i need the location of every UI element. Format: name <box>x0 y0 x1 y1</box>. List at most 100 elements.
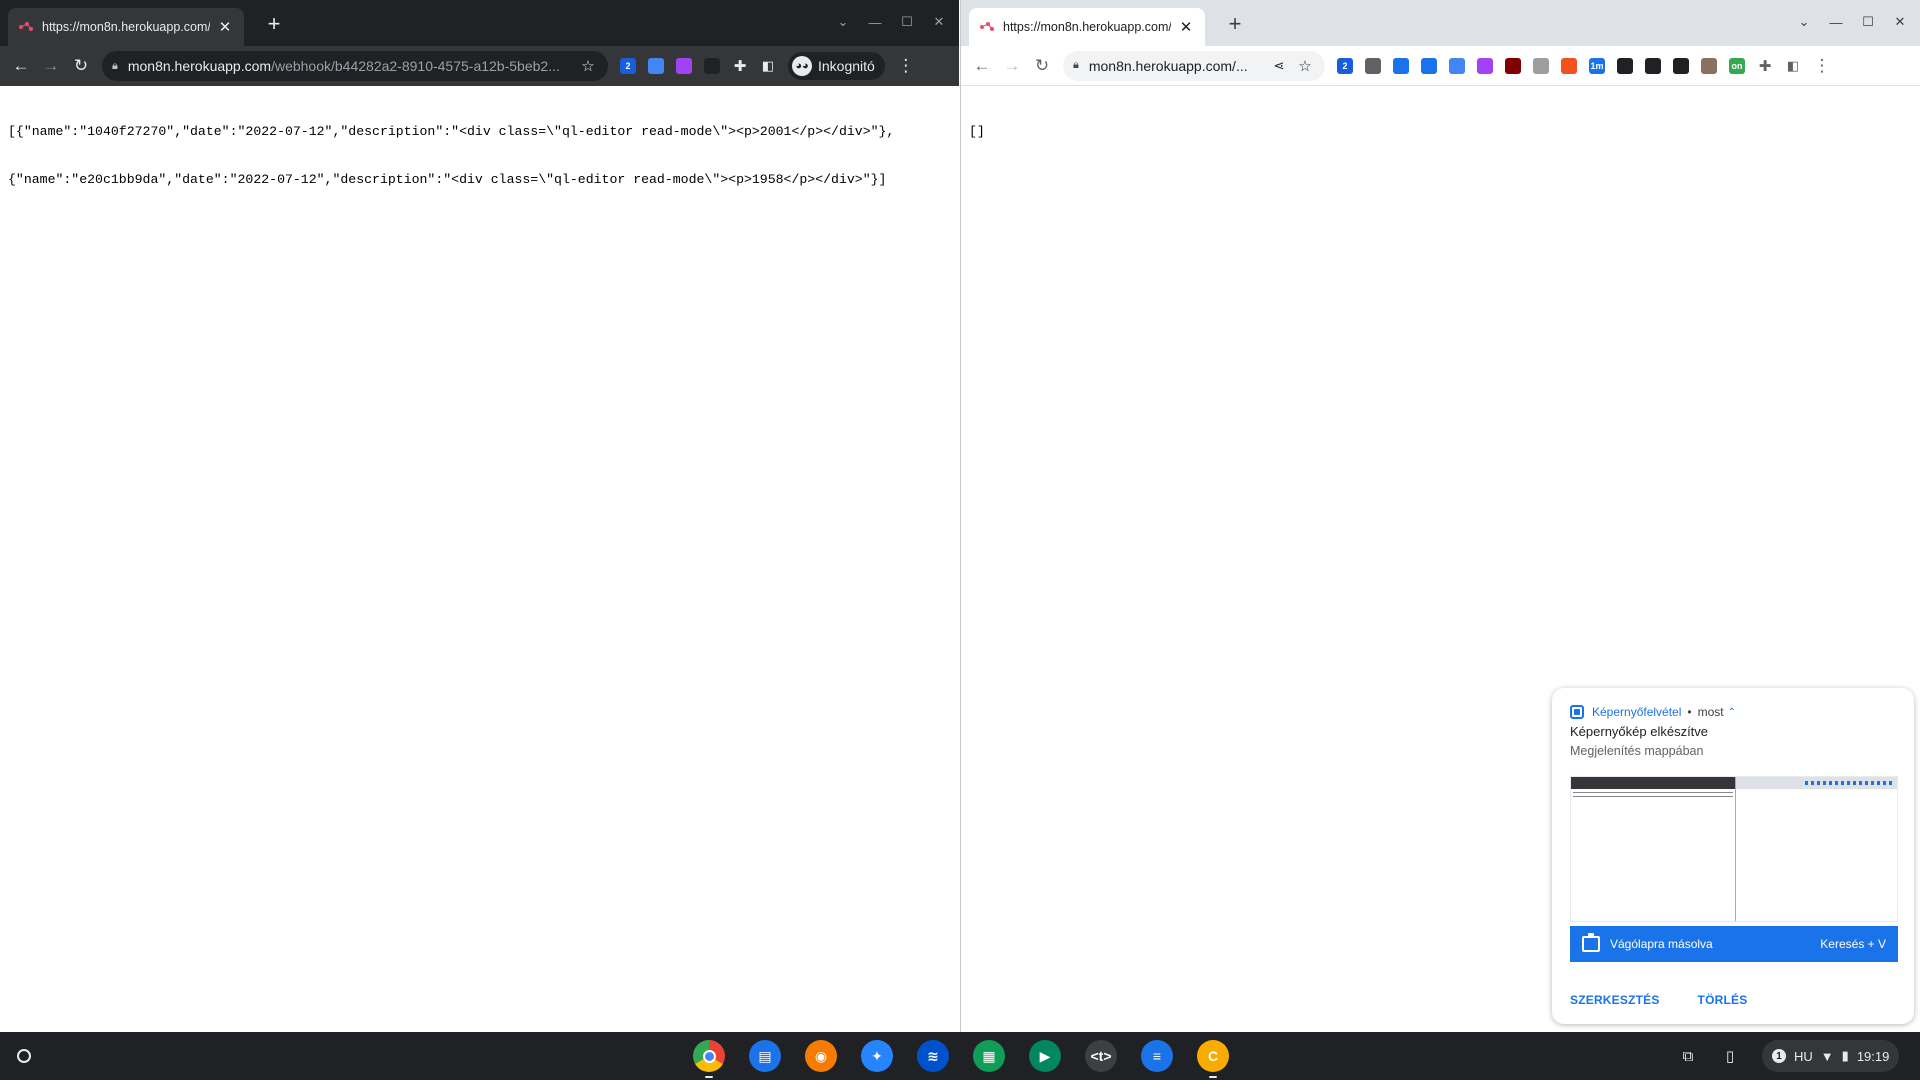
notification-header[interactable]: Képernyőfelvétel • most ⌃ <box>1570 705 1736 719</box>
share-icon[interactable]: ⋖ <box>1269 56 1289 76</box>
phone-hub-icon[interactable]: ▯ <box>1714 1040 1746 1072</box>
owl-icon[interactable] <box>1528 53 1554 79</box>
timer-icon[interactable]: 1m <box>1584 53 1610 79</box>
devtools-icon[interactable] <box>1668 53 1694 79</box>
clipboard-label: Vágólapra másolva <box>1610 937 1713 951</box>
browser-tab[interactable]: https://mon8n.herokuapp.com/ ✕ <box>8 8 244 46</box>
launcher-button[interactable] <box>8 1040 40 1072</box>
chrome-app-icon[interactable] <box>690 1037 728 1078</box>
window-controls: ⌄ — ☐ ✕ <box>827 8 955 36</box>
tab-strip: https://mon8n.herokuapp.com/ ✕ + ⌄ — ☐ ✕ <box>0 0 959 46</box>
new-tab-button[interactable]: + <box>1223 11 1247 36</box>
cookie-icon[interactable] <box>1696 53 1722 79</box>
new-tab-button[interactable]: + <box>262 11 286 36</box>
edit-button[interactable]: SZERKESZTÉS <box>1570 993 1660 1007</box>
terminal-app-icon[interactable]: <t> <box>1082 1037 1120 1075</box>
back-button[interactable]: ← <box>967 51 997 81</box>
n8n-favicon-icon <box>19 22 33 31</box>
copy-to-clipboard-banner[interactable]: Vágólapra másolva Keresés + V <box>1570 926 1898 962</box>
chevron-up-icon[interactable]: ⌃ <box>1728 707 1736 718</box>
play-store-app-icon[interactable]: ▶ <box>1026 1037 1064 1075</box>
cat-icon[interactable] <box>699 53 725 79</box>
bookmark-star-icon[interactable]: ☆ <box>578 56 598 76</box>
address-bar[interactable]: 🔒︎ mon8n.herokuapp.com/webhook/b44282a2-… <box>102 51 608 81</box>
json-response-content: [{"name":"1040f27270","date":"2022-07-12… <box>0 87 959 1032</box>
clipboard-icon <box>1582 933 1600 952</box>
browser-tab[interactable]: https://mon8n.herokuapp.com/ ✕ <box>969 8 1205 46</box>
confluence-app-icon[interactable]: ≋ <box>914 1037 952 1075</box>
sheets-app-icon[interactable]: ▦ <box>970 1037 1008 1075</box>
feather-icon[interactable] <box>1472 53 1498 79</box>
lock-icon[interactable]: 🔒︎ <box>1073 59 1079 72</box>
screenshot-thumbnail[interactable] <box>1570 776 1898 922</box>
json-line: [] <box>969 124 985 139</box>
close-window-button[interactable]: ✕ <box>923 8 955 36</box>
terminal-icon[interactable] <box>1640 53 1666 79</box>
extensions-puzzle-icon[interactable]: ✚ <box>727 53 753 79</box>
forward-button[interactable]: → <box>36 51 66 81</box>
tab-title: https://mon8n.herokuapp.com/ <box>1003 20 1171 34</box>
back-button[interactable]: ← <box>6 51 36 81</box>
reload-button[interactable]: ↻ <box>66 51 96 81</box>
url-text[interactable]: mon8n.herokuapp.com/... <box>1089 58 1263 74</box>
clipboard-shortcut: Keresés + V <box>1820 937 1886 951</box>
input-language: HU <box>1794 1048 1813 1064</box>
google-translate-icon[interactable] <box>1444 53 1470 79</box>
status-area[interactable]: 1 HU ▼ ▮ 19:19 <box>1762 1040 1900 1072</box>
notification-time: most <box>1697 705 1724 719</box>
url-text[interactable]: mon8n.herokuapp.com/webhook/b44282a2-891… <box>128 58 572 74</box>
minimize-button[interactable]: — <box>859 8 891 36</box>
c-app-icon[interactable]: C <box>1194 1037 1232 1078</box>
json-line: {"name":"e20c1bb9da","date":"2022-07-12"… <box>8 172 887 187</box>
maximize-button[interactable]: ☐ <box>1852 8 1884 36</box>
n8n-favicon-icon <box>980 22 994 31</box>
incognito-icon: ◕◕ <box>792 56 812 76</box>
tab-search-icon[interactable]: ⌄ <box>827 8 859 36</box>
scan-icon[interactable] <box>1360 53 1386 79</box>
tray-left: ⧉ ▯ <box>1672 1040 1746 1072</box>
close-window-button[interactable]: ✕ <box>1884 8 1916 36</box>
keyhole-app-icon[interactable]: ◉ <box>802 1037 840 1075</box>
side-panel-icon[interactable]: ◧ <box>755 53 781 79</box>
jira-app-icon[interactable]: ✦ <box>858 1037 896 1075</box>
clock: 19:19 <box>1856 1048 1890 1064</box>
bitwarden-icon[interactable]: 2 <box>1332 53 1358 79</box>
messages-app-icon[interactable]: ≡ <box>1138 1037 1176 1075</box>
battery-icon: ▮ <box>1841 1048 1849 1063</box>
forward-button[interactable]: → <box>997 51 1027 81</box>
tab-search-icon[interactable]: ⌄ <box>1788 8 1820 36</box>
google-translate-icon[interactable] <box>643 53 669 79</box>
extensions-area: 2 <box>614 53 726 79</box>
ninja-icon[interactable] <box>1612 53 1638 79</box>
screen-capture-tray-icon[interactable]: ⧉ <box>1672 1040 1704 1072</box>
notification-subtitle[interactable]: Megjelenítés mappában <box>1570 744 1703 758</box>
feather-icon[interactable] <box>671 53 697 79</box>
chrome-menu-icon[interactable]: ⋮ <box>1807 51 1837 81</box>
shelf: ▤ ◉ ✦ ≋ ▦ ▶ <t> ≡ C ⧉ ▯ 1 HU ▼ ▮ 19:19 <box>0 1032 1920 1080</box>
maximize-button[interactable]: ☐ <box>891 8 923 36</box>
d-icon[interactable] <box>1388 53 1414 79</box>
checklist-icon[interactable]: on <box>1724 53 1750 79</box>
chrome-menu-icon[interactable]: ⋮ <box>891 51 921 81</box>
incognito-indicator[interactable]: ◕◕ Inkognitó <box>788 52 885 80</box>
notification-actions: SZERKESZTÉS TÖRLÉS <box>1570 993 1747 1007</box>
orange-circle-icon[interactable] <box>1556 53 1582 79</box>
reader-icon[interactable] <box>1416 53 1442 79</box>
screenshot-notification[interactable]: Képernyőfelvétel • most ⌃ Képernyőkép el… <box>1552 688 1914 1024</box>
wifi-icon: ▼ <box>1820 1048 1834 1064</box>
address-bar[interactable]: 🔒︎ mon8n.herokuapp.com/... ⋖ ☆ <box>1063 50 1325 81</box>
ublock-icon[interactable] <box>1500 53 1526 79</box>
delete-button[interactable]: TÖRLÉS <box>1698 993 1748 1007</box>
files-app-icon[interactable]: ▤ <box>746 1037 784 1075</box>
close-tab-icon[interactable]: ✕ <box>216 18 234 36</box>
lock-icon[interactable]: 🔒︎ <box>112 60 118 73</box>
side-panel-icon[interactable]: ◧ <box>1780 53 1806 79</box>
json-line: [{"name":"1040f27270","date":"2022-07-12… <box>8 124 895 139</box>
minimize-button[interactable]: — <box>1820 8 1852 36</box>
close-tab-icon[interactable]: ✕ <box>1177 18 1195 36</box>
reload-button[interactable]: ↻ <box>1027 51 1057 81</box>
bookmark-star-icon[interactable]: ☆ <box>1295 56 1315 76</box>
window-controls: ⌄ — ☐ ✕ <box>1788 8 1916 36</box>
bitwarden-icon[interactable]: 2 <box>615 53 641 79</box>
extensions-puzzle-icon[interactable]: ✚ <box>1752 53 1778 79</box>
